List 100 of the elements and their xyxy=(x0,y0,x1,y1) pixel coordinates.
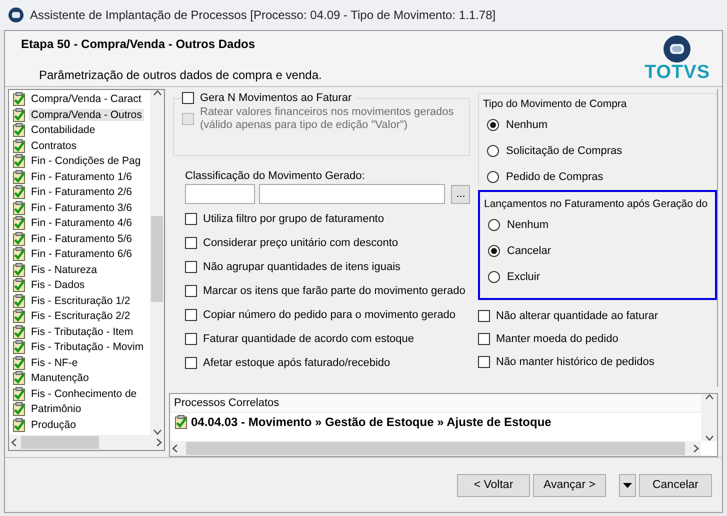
scrollbar-thumb[interactable] xyxy=(186,442,685,456)
step-item[interactable]: Fin - Faturamento 2/6 xyxy=(9,184,150,200)
step-item[interactable]: Patrimônio xyxy=(9,401,150,417)
checked-clipboard-icon xyxy=(12,340,26,354)
checked-clipboard-icon xyxy=(12,309,26,324)
radio-button[interactable] xyxy=(488,245,500,258)
checkbox[interactable] xyxy=(185,237,197,250)
scrollbar-thumb[interactable] xyxy=(151,216,163,302)
radio-button[interactable] xyxy=(487,145,499,158)
checkbox[interactable] xyxy=(185,309,197,322)
checkbox-label: Gera N Movimentos ao Faturar xyxy=(200,92,352,104)
checkbox-label: Marcar os itens que farão parte do movimento gerado xyxy=(203,285,466,298)
checked-clipboard-icon xyxy=(12,200,26,215)
group-title: Lançamentos no Faturamento após Geração do xyxy=(484,198,709,210)
checked-clipboard-icon xyxy=(12,232,26,246)
checked-clipboard-icon xyxy=(12,386,26,401)
radio-button[interactable] xyxy=(487,171,499,184)
step-item[interactable]: Fin - Condições de Pag xyxy=(9,153,150,169)
checkbox[interactable] xyxy=(185,261,197,274)
radio-button[interactable] xyxy=(488,271,500,284)
step-item[interactable]: Fis - Natureza xyxy=(9,262,150,278)
radio-button[interactable] xyxy=(488,219,500,232)
radio-label: Nenhum xyxy=(507,219,549,232)
checkbox[interactable] xyxy=(185,357,197,370)
logo-icon xyxy=(663,35,692,63)
checked-clipboard-icon xyxy=(12,402,26,416)
scroll-up-icon[interactable] xyxy=(704,394,714,400)
step-item[interactable]: Fis - NF-e xyxy=(9,354,150,370)
scroll-right-icon[interactable] xyxy=(693,444,699,454)
back-button[interactable]: < Voltar xyxy=(457,474,530,497)
checkbox-label: Copiar número do pedido para o movimento gerado xyxy=(203,309,456,322)
cancel-button[interactable]: Cancelar xyxy=(639,474,712,497)
step-item[interactable]: Fin - Faturamento 4/6 xyxy=(9,215,150,231)
step-item[interactable]: Manutenção xyxy=(9,370,150,386)
step-item[interactable]: Fis - Dados xyxy=(9,277,150,293)
scroll-left-icon[interactable] xyxy=(172,444,178,454)
checkbox[interactable] xyxy=(478,310,490,322)
radio-label: Nenhum xyxy=(506,119,548,132)
process-link[interactable]: 04.04.03 - Movimento » Gestão de Estoque » Ajuste de Estoque xyxy=(191,414,552,429)
next-button[interactable]: Avançar > xyxy=(533,474,606,497)
step-item[interactable]: Contratos xyxy=(9,138,150,154)
checkbox[interactable] xyxy=(478,356,490,368)
dropdown-button[interactable] xyxy=(619,474,636,497)
checkbox[interactable] xyxy=(185,285,197,298)
group-title: Tipo do Movimento de Compra xyxy=(483,98,628,110)
checked-clipboard-icon xyxy=(12,170,26,184)
app-icon xyxy=(8,7,24,23)
radio-label: Cancelar xyxy=(507,245,552,258)
radio-label: Excluir xyxy=(507,271,540,284)
step-item[interactable]: Fis - Tributação - Movim xyxy=(9,339,150,355)
step-item[interactable]: Contabilidade xyxy=(9,122,150,138)
scroll-down-icon[interactable] xyxy=(704,435,714,442)
checkbox-label: Não manter histórico de pedidos xyxy=(496,356,654,368)
radio-label: Solicitação de Compras xyxy=(506,145,622,158)
checkbox-label: Afetar estoque após faturado/recebido xyxy=(203,357,390,370)
field-label: Classificação do Movimento Gerado: xyxy=(185,170,366,182)
step-item[interactable]: Fin - Faturamento 5/6 xyxy=(9,230,150,246)
checked-clipboard-icon xyxy=(12,418,26,432)
step-item[interactable]: Fin - Faturamento 6/6 xyxy=(9,246,150,262)
scroll-up-icon[interactable] xyxy=(152,90,162,96)
checkbox-label: Manter moeda do pedido xyxy=(496,332,618,345)
checked-clipboard-icon xyxy=(12,138,26,153)
checked-clipboard-icon xyxy=(12,324,26,339)
step-item[interactable]: Fis - Escrituração 1/2 xyxy=(9,292,150,308)
checkbox[interactable] xyxy=(182,92,194,104)
scrollbar-thumb[interactable] xyxy=(21,436,99,450)
checkbox[interactable] xyxy=(185,213,197,226)
checkbox[interactable] xyxy=(185,333,197,346)
code-field[interactable] xyxy=(185,184,255,204)
checked-clipboard-icon xyxy=(12,92,26,106)
checked-clipboard-icon xyxy=(174,414,188,429)
step-title: Etapa 50 - Compra/Venda - Outros Dados xyxy=(21,37,256,51)
checkbox-label: Ratear valores financeiros nos movimentos gerados (válido apenas para tipo de edição "Valor") xyxy=(200,106,454,132)
browse-button[interactable]: ... xyxy=(451,184,470,204)
radio-label: Pedido de Compras xyxy=(506,171,604,184)
checked-clipboard-icon xyxy=(12,216,26,230)
checked-clipboard-icon xyxy=(12,262,26,277)
checkbox-label: Não agrupar quantidades de itens iguais xyxy=(203,261,401,274)
step-item[interactable]: Fis - Conhecimento de xyxy=(9,386,150,402)
step-item[interactable]: Produção xyxy=(9,416,150,432)
checkbox-label: Não alterar quantidade ao faturar xyxy=(496,310,658,322)
checked-clipboard-icon xyxy=(12,371,26,386)
checked-clipboard-icon xyxy=(12,108,26,122)
logo-text: TOTVS xyxy=(644,63,710,83)
panel-title: Processos Correlatos xyxy=(170,394,701,413)
step-item[interactable]: Compra/Venda - Caract xyxy=(9,91,150,107)
scroll-right-icon[interactable] xyxy=(156,438,162,448)
radio-button[interactable] xyxy=(487,119,499,132)
scroll-left-icon[interactable] xyxy=(11,438,17,448)
step-item[interactable]: Fis - Escrituração 2/2 xyxy=(9,308,150,324)
scroll-down-icon[interactable] xyxy=(152,429,162,436)
step-item[interactable]: Fis - Tributação - Item xyxy=(9,324,150,340)
description-field[interactable] xyxy=(259,184,446,204)
step-item[interactable]: Fin - Faturamento 3/6 xyxy=(9,200,150,216)
checked-clipboard-icon xyxy=(12,185,26,200)
checkbox[interactable] xyxy=(478,332,490,345)
checked-clipboard-icon xyxy=(12,356,26,370)
checked-clipboard-icon xyxy=(12,154,26,168)
step-item[interactable]: Fin - Faturamento 1/6 xyxy=(9,168,150,184)
window-title: Assistente de Implantação de Processos [Processo: 04.09 - Tipo de Movimento: 1.1.78] xyxy=(30,8,496,22)
